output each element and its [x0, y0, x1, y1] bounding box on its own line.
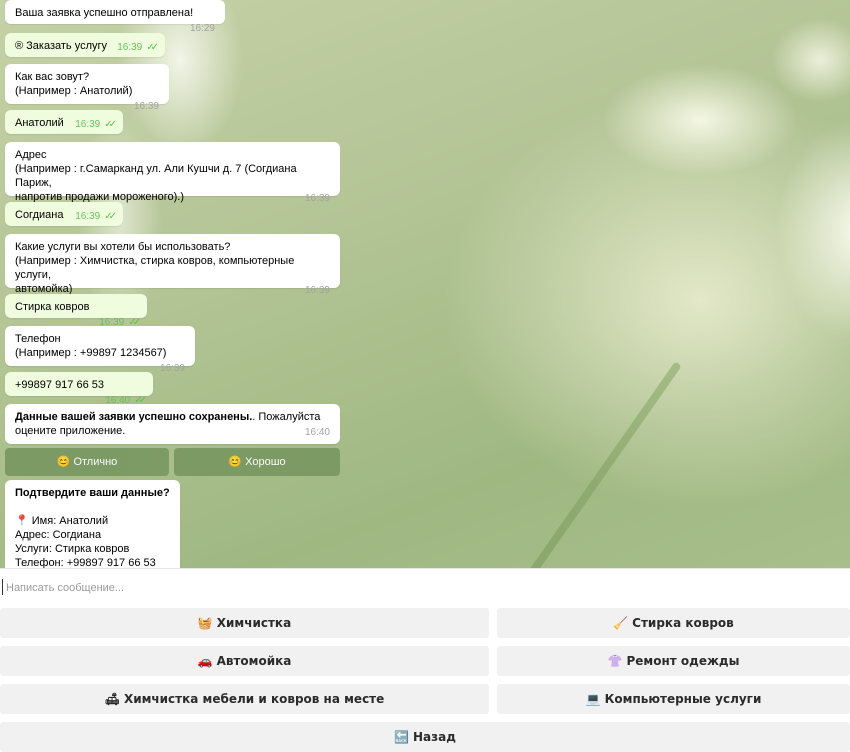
pin-icon: 📍: [15, 515, 29, 527]
message-incoming: Ваша заявка успешно отправлена! 16:29: [5, 0, 225, 34]
message-time: 16:40: [304, 427, 330, 438]
keyboard-button-label: Химчистка мебели и ковров на месте: [123, 692, 385, 706]
message-text: Адрес (Например : г.Самарканд ул. Али Ку…: [15, 149, 297, 203]
message-incoming: Как вас зовут? (Например : Анатолий) 16:…: [5, 64, 169, 112]
keyboard-button-computer-services[interactable]: 💻 Компьютерные услуги: [497, 684, 850, 714]
message-time: 16:39: [75, 119, 101, 130]
basket-icon: 🧺: [197, 616, 213, 630]
message-incoming: Адрес (Например : г.Самарканд ул. Али Ку…: [5, 142, 340, 204]
confirm-title: Подтвердите ваши данные?: [15, 487, 170, 499]
keyboard-button-dry-cleaning[interactable]: 🧺 Химчистка: [0, 608, 489, 638]
blouse-icon: 👚: [607, 654, 623, 668]
message-outgoing: +99897 917 66 53 16:40 ✓✓: [5, 372, 153, 406]
reply-keyboard: 🧺 Химчистка 🧹 Стирка ковров 🚗 Автомойка 👚 Ре…: [0, 606, 850, 752]
rating-button-excellent[interactable]: 😊 Отлично: [5, 448, 169, 476]
car-icon: 🚗: [197, 654, 213, 668]
message-time: 16:29: [189, 23, 215, 34]
message-text: Какие услуги вы хотели бы использовать? …: [15, 241, 295, 295]
laptop-icon: 💻: [585, 692, 601, 706]
double-check-icon: ✓✓: [104, 119, 117, 130]
message-time: 16:39: [304, 193, 330, 204]
message-text: +99897 917 66 53: [15, 379, 105, 391]
sofa-icon: 🛋: [104, 692, 120, 706]
message-time: 16:39: [133, 101, 159, 112]
double-check-icon: ✓✓: [146, 42, 159, 53]
confirm-data-message: Подтвердите ваши данные? 📍 Имя: Анатолий…: [5, 480, 180, 568]
keyboard-button-label: Химчистка: [216, 616, 292, 630]
back-arrow-icon: 🔙: [394, 730, 410, 744]
smile-icon: 😊: [56, 456, 71, 468]
double-check-icon: ✓✓: [104, 211, 117, 222]
message-input[interactable]: [4, 570, 828, 606]
background-flower-stem: [526, 361, 682, 568]
keyboard-button-onsite-cleaning[interactable]: 🛋 Химчистка мебели и ковров на месте: [0, 684, 489, 714]
message-time: 16:39: [304, 285, 330, 296]
message-time: 16:39: [159, 363, 185, 374]
rating-button-label: Отлично: [73, 456, 118, 468]
message-text: Как вас зовут? (Например : Анатолий): [15, 71, 133, 97]
message-incoming: Телефон (Например : +99897 1234567) 16:3…: [5, 326, 195, 374]
message-time: 16:39: [75, 211, 101, 222]
message-text: Анатолий: [15, 117, 64, 129]
message-input-bar: [0, 568, 850, 606]
message-outgoing: Анатолий 16:39 ✓✓: [5, 110, 123, 134]
message-text-bold: Данные вашей заявки успешно сохранены.: [15, 411, 253, 423]
message-outgoing: Стирка ковров 16:39 ✓✓: [5, 294, 147, 328]
message-text: Ваша заявка успешно отправлена!: [15, 7, 194, 19]
rating-button-good[interactable]: 😊 Хорошо: [174, 448, 340, 476]
keyboard-button-label: Автомойка: [216, 654, 292, 668]
message-text: Стирка ковров: [15, 301, 90, 313]
message-outgoing: Согдиана 16:39 ✓✓: [5, 202, 123, 226]
smile-icon: 😊: [228, 456, 243, 468]
keyboard-button-label: Ремонт одежды: [626, 654, 740, 668]
message-text: ® Заказать услугу: [15, 40, 108, 52]
message-incoming: Данные вашей заявки успешно сохранены.. …: [5, 404, 340, 444]
keyboard-button-car-wash[interactable]: 🚗 Автомойка: [0, 646, 489, 676]
confirm-phone: Телефон: +99897 917 66 53: [15, 557, 156, 568]
message-incoming: Какие услуги вы хотели бы использовать? …: [5, 234, 340, 296]
message-text: Согдиана: [15, 209, 64, 221]
message-text: Телефон (Например : +99897 1234567): [15, 333, 167, 359]
rating-button-label: Хорошо: [245, 456, 286, 468]
message-outgoing: ® Заказать услугу 16:39 ✓✓: [5, 33, 165, 57]
keyboard-button-label: Назад: [413, 730, 456, 744]
keyboard-button-carpet-wash[interactable]: 🧹 Стирка ковров: [497, 608, 850, 638]
confirm-name: Имя: Анатолий: [31, 515, 109, 527]
keyboard-button-clothes-repair[interactable]: 👚 Ремонт одежды: [497, 646, 850, 676]
broom-icon: 🧹: [613, 616, 629, 630]
confirm-services: Услуги: Стирка ковров: [15, 543, 130, 555]
text-caret: [2, 579, 3, 595]
chat-background: Ваша заявка успешно отправлена! 16:29 ® …: [0, 0, 850, 568]
keyboard-button-label: Стирка ковров: [632, 616, 734, 630]
keyboard-button-label: Компьютерные услуги: [604, 692, 762, 706]
confirm-address: Адрес: Согдиана: [15, 529, 102, 541]
keyboard-button-back[interactable]: 🔙 Назад: [0, 722, 850, 752]
message-time: 16:39: [117, 42, 143, 53]
